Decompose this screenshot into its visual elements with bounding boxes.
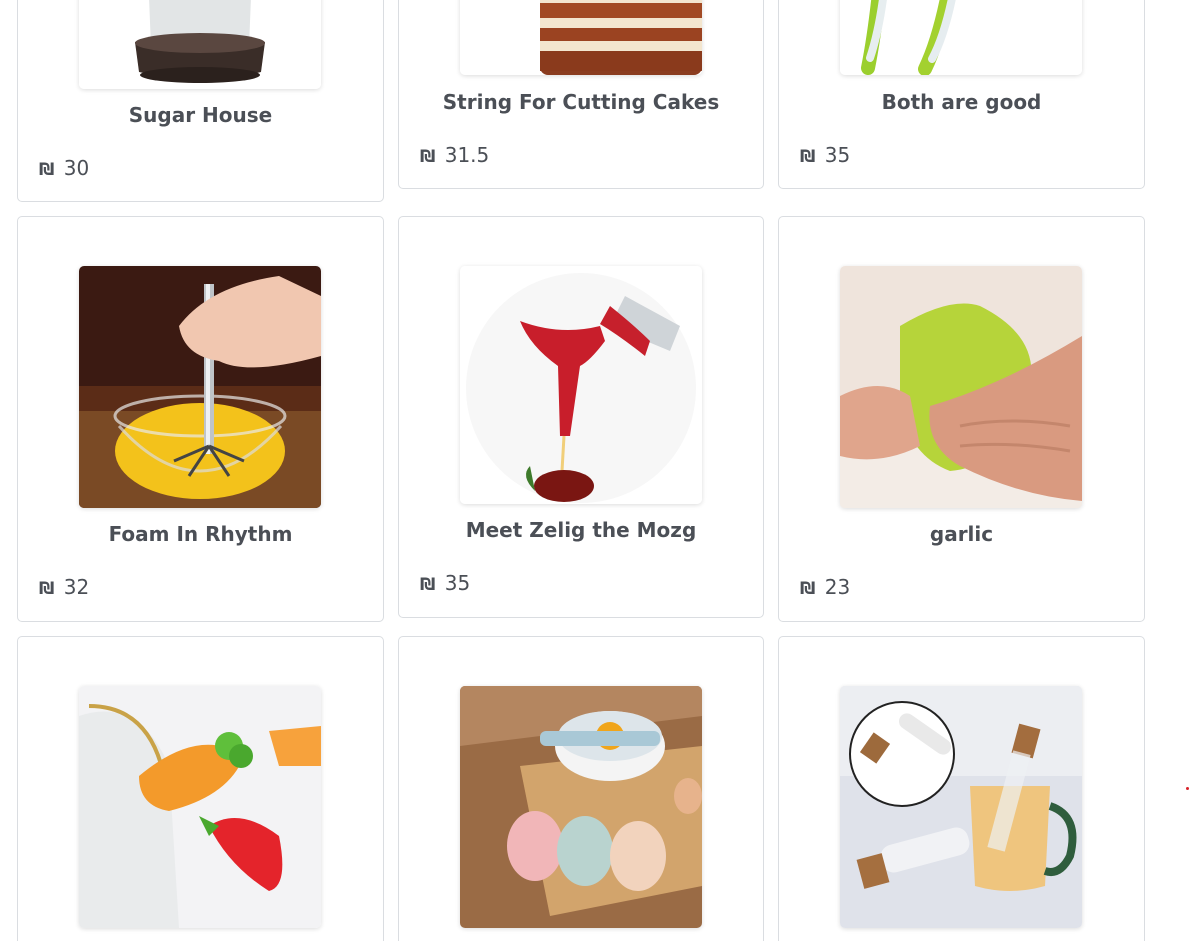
shekel-icon: ₪: [800, 579, 816, 599]
product-title[interactable]: Sugar House: [18, 103, 383, 127]
product-price: ₪ 35: [420, 571, 470, 595]
tea-infuser-tube-image: [840, 686, 1082, 928]
product-image[interactable]: [840, 266, 1082, 508]
product-price-value: 32: [63, 575, 90, 599]
layer-cake-image: [460, 0, 702, 75]
product-card-both-are-good[interactable]: Both are good ₪ 35: [778, 0, 1145, 189]
egg-separator-image: [460, 686, 702, 928]
product-image[interactable]: [79, 686, 321, 928]
carrot-pot-clip-image: [79, 686, 321, 928]
silicone-garlic-peeler-image: [840, 266, 1082, 508]
shekel-icon: ₪: [420, 147, 436, 167]
product-title[interactable]: Foam In Rhythm: [18, 522, 383, 546]
product-card-meet-zelig-the-mozg[interactable]: Meet Zelig the Mozg ₪ 35: [398, 216, 764, 618]
shekel-icon: ₪: [39, 579, 55, 599]
product-price-value: 30: [63, 156, 90, 180]
push-whisk-image: [79, 266, 321, 508]
product-card-foam-in-rhythm[interactable]: Foam In Rhythm ₪ 32: [17, 216, 384, 622]
red-bottle-pourer-image: [460, 266, 702, 504]
product-card-carrot-pot-clip[interactable]: [17, 636, 384, 941]
product-price: ₪ 35: [800, 143, 850, 167]
indicator-dot: [1186, 787, 1189, 790]
product-title[interactable]: garlic: [779, 522, 1144, 546]
product-card-garlic[interactable]: garlic ₪ 23: [778, 216, 1145, 622]
shekel-icon: ₪: [420, 575, 436, 595]
product-price: ₪ 30: [39, 156, 89, 180]
product-price-value: 31.5: [444, 143, 490, 167]
product-card-sugar-house[interactable]: Sugar House ₪ 30: [17, 0, 384, 202]
product-card-string-for-cutting-cakes[interactable]: String For Cutting Cakes ₪ 31.5: [398, 0, 764, 189]
product-image[interactable]: [460, 266, 702, 504]
product-grid-page: Sugar House ₪ 30 String For Cutting Cake…: [0, 0, 1191, 941]
product-image[interactable]: [840, 686, 1082, 928]
shekel-icon: ₪: [39, 160, 55, 180]
product-image[interactable]: [840, 0, 1082, 75]
sugar-dispenser-image: [79, 0, 321, 89]
product-price: ₪ 32: [39, 575, 89, 599]
product-price: ₪ 23: [800, 575, 850, 599]
product-price-value: 35: [444, 571, 471, 595]
product-image[interactable]: [460, 686, 702, 928]
product-image[interactable]: [460, 0, 702, 75]
product-price-value: 35: [824, 143, 851, 167]
product-price-value: 23: [824, 575, 851, 599]
product-image[interactable]: [79, 0, 321, 89]
product-card-tea-infuser[interactable]: [778, 636, 1145, 941]
product-image[interactable]: [79, 266, 321, 508]
product-card-egg-separator[interactable]: [398, 636, 764, 941]
product-title[interactable]: Meet Zelig the Mozg: [399, 518, 763, 542]
product-title[interactable]: Both are good: [779, 90, 1144, 114]
green-tongs-image: [840, 0, 1082, 75]
product-price: ₪ 31.5: [420, 143, 489, 167]
shekel-icon: ₪: [800, 147, 816, 167]
product-title[interactable]: String For Cutting Cakes: [399, 90, 763, 114]
